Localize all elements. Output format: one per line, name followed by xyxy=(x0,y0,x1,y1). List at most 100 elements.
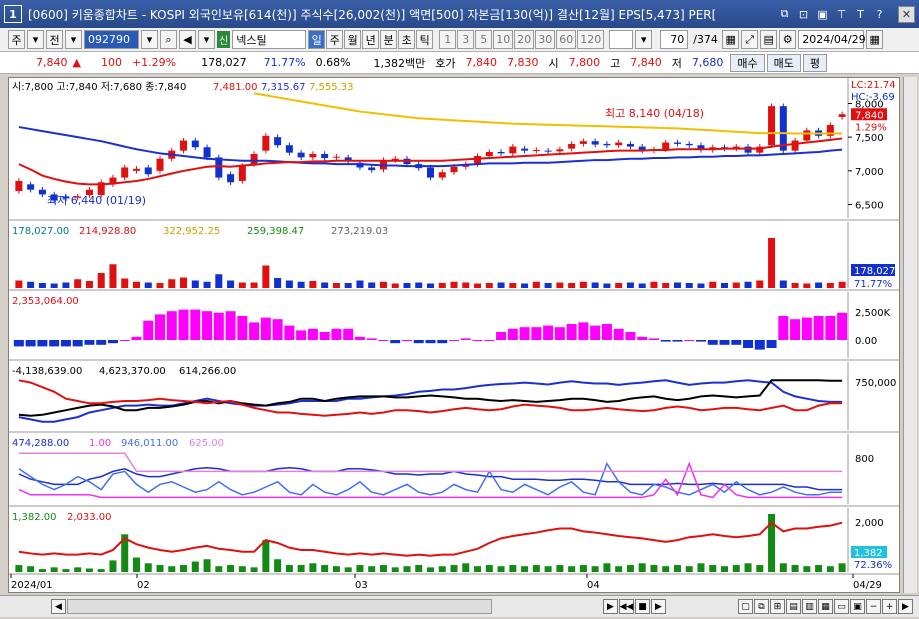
volume-bar xyxy=(556,282,564,288)
period-2-button[interactable]: 월 xyxy=(344,30,362,49)
interval-1-button[interactable]: 1 xyxy=(439,30,457,49)
vol-label-4: 259,398.47 xyxy=(247,226,304,237)
scroll-right-icon[interactable]: ▶ xyxy=(898,599,913,614)
period-0-button[interactable]: 일 xyxy=(308,30,326,49)
view-single-icon[interactable]: ▢ xyxy=(738,599,753,614)
interval-20-button[interactable]: 20 xyxy=(514,30,535,49)
amount-bar xyxy=(556,565,564,572)
stop-icon[interactable]: ■ xyxy=(635,599,650,614)
candle xyxy=(274,137,282,146)
interval-60-button[interactable]: 60 xyxy=(556,30,577,49)
period-6-button[interactable]: 틱 xyxy=(416,30,434,49)
candle xyxy=(227,174,235,183)
sell-button[interactable]: 매도 xyxy=(766,53,801,72)
osc-label-3: 946,011.00 xyxy=(121,438,178,449)
interval-3-button[interactable]: 3 xyxy=(457,30,475,49)
net-bar xyxy=(566,324,577,340)
sound-icon[interactable]: ◀ xyxy=(179,30,196,49)
period-3-button[interactable]: 년 xyxy=(362,30,380,49)
lock-icon[interactable]: ▣ xyxy=(814,6,831,23)
code-input[interactable]: 092790 xyxy=(84,30,139,49)
net-bar xyxy=(155,314,166,340)
count-input[interactable]: 70 xyxy=(660,30,689,49)
buy-button[interactable]: 매수 xyxy=(730,53,765,72)
next-icon[interactable]: ▶ xyxy=(603,599,618,614)
volume-bar xyxy=(109,264,117,288)
interval-30-button[interactable]: 30 xyxy=(535,30,556,49)
view-stack-icon[interactable]: ▤ xyxy=(786,599,801,614)
change-pct: +1.29% xyxy=(131,56,177,69)
zoom-in-icon[interactable]: + xyxy=(882,599,897,614)
net-bar xyxy=(143,320,154,340)
interval-10-button[interactable]: 10 xyxy=(493,30,514,49)
search-icon[interactable]: ⌕ xyxy=(160,30,177,49)
save-icon[interactable]: ▤ xyxy=(760,30,778,49)
scroll-left-icon[interactable]: ◀ xyxy=(51,599,66,614)
net-bar xyxy=(825,316,836,340)
restore-icon[interactable]: ⧉ xyxy=(776,6,793,23)
calendar-icon[interactable]: ▦ xyxy=(866,30,884,49)
net-bar xyxy=(354,336,365,340)
text-icon[interactable]: T xyxy=(852,6,869,23)
volume-bar xyxy=(450,281,458,288)
horizontal-scrollbar[interactable] xyxy=(67,599,492,614)
volume-bar xyxy=(168,279,176,288)
rewind-icon[interactable]: ◀◀ xyxy=(619,599,634,614)
chart-area[interactable]: 시:7,800 고:7,840 저:7,680 종:7,840 7,481.00 7… xyxy=(8,77,900,593)
zoom-out-icon[interactable]: − xyxy=(866,599,881,614)
code-dropdown-icon[interactable]: ▾ xyxy=(141,30,158,49)
amount-bar xyxy=(391,567,399,572)
view-bar-icon[interactable]: ▥ xyxy=(802,599,817,614)
amount-label-1: 1,382.00 xyxy=(12,512,57,523)
net-bar xyxy=(813,316,824,340)
osc-label-2: 1.00 xyxy=(89,438,111,449)
play-icon[interactable]: ▶ xyxy=(651,599,666,614)
volume-bar xyxy=(709,281,717,288)
link-icon[interactable]: ⊡ xyxy=(795,6,812,23)
vol-label-1: 178,027.00 xyxy=(12,226,69,237)
view-wide-icon[interactable]: ▭ xyxy=(834,599,849,614)
turnover: 0.68% xyxy=(315,56,351,69)
view-multi-icon[interactable]: ⧉ xyxy=(754,599,769,614)
market-select[interactable]: 주 xyxy=(8,30,25,49)
interval-dropdown-icon[interactable]: ▾ xyxy=(635,30,653,49)
net-bar xyxy=(190,309,201,340)
type-dropdown-icon[interactable]: ▾ xyxy=(65,30,82,49)
date-input[interactable]: 2024/04/29 xyxy=(798,30,866,49)
interval-5-button[interactable]: 5 xyxy=(475,30,493,49)
net-bar xyxy=(648,338,659,340)
chart-svg[interactable]: 시:7,800 고:7,840 저:7,680 종:7,840 7,481.00 7… xyxy=(9,78,899,592)
amount-bar xyxy=(568,566,576,572)
net-bar xyxy=(425,340,436,344)
amount-bar xyxy=(462,563,470,572)
net-bar xyxy=(107,340,118,344)
right-scroll-panel[interactable] xyxy=(903,77,917,593)
close-icon[interactable]: ✕ xyxy=(898,5,915,23)
interval-120-button[interactable]: 120 xyxy=(577,30,605,49)
volume-bar xyxy=(203,281,211,288)
interval-custom-input[interactable] xyxy=(609,30,634,49)
sound-dropdown-icon[interactable]: ▾ xyxy=(198,30,215,49)
eval-button[interactable]: 평 xyxy=(802,53,828,72)
quote-bar: 7,840 ▲ 100 +1.29% 178,027 71.77% 0.68% … xyxy=(0,52,919,74)
zoom-icon[interactable]: ⤢ xyxy=(741,30,759,49)
period-1-button[interactable]: 주 xyxy=(326,30,344,49)
settings-icon[interactable]: ⚙ xyxy=(779,30,797,49)
candle xyxy=(450,166,458,173)
view-grid-icon[interactable]: ▦ xyxy=(722,30,740,49)
amount-bar xyxy=(132,557,140,572)
period-5-button[interactable]: 초 xyxy=(398,30,416,49)
candle xyxy=(121,167,129,178)
view-split-icon[interactable]: ▦ xyxy=(818,599,833,614)
candle xyxy=(285,145,293,153)
period-4-button[interactable]: 분 xyxy=(380,30,398,49)
help-icon[interactable]: ? xyxy=(871,6,888,23)
candle xyxy=(497,151,505,154)
view-tile-icon[interactable]: ⊞ xyxy=(770,599,785,614)
pin-icon[interactable]: ⊤ xyxy=(833,6,850,23)
view-full-icon[interactable]: ▣ xyxy=(850,599,865,614)
speed-slider[interactable] xyxy=(667,599,737,614)
volume-bar xyxy=(15,280,23,288)
market-dropdown-icon[interactable]: ▾ xyxy=(27,30,44,49)
type-select[interactable]: 전 xyxy=(46,30,63,49)
